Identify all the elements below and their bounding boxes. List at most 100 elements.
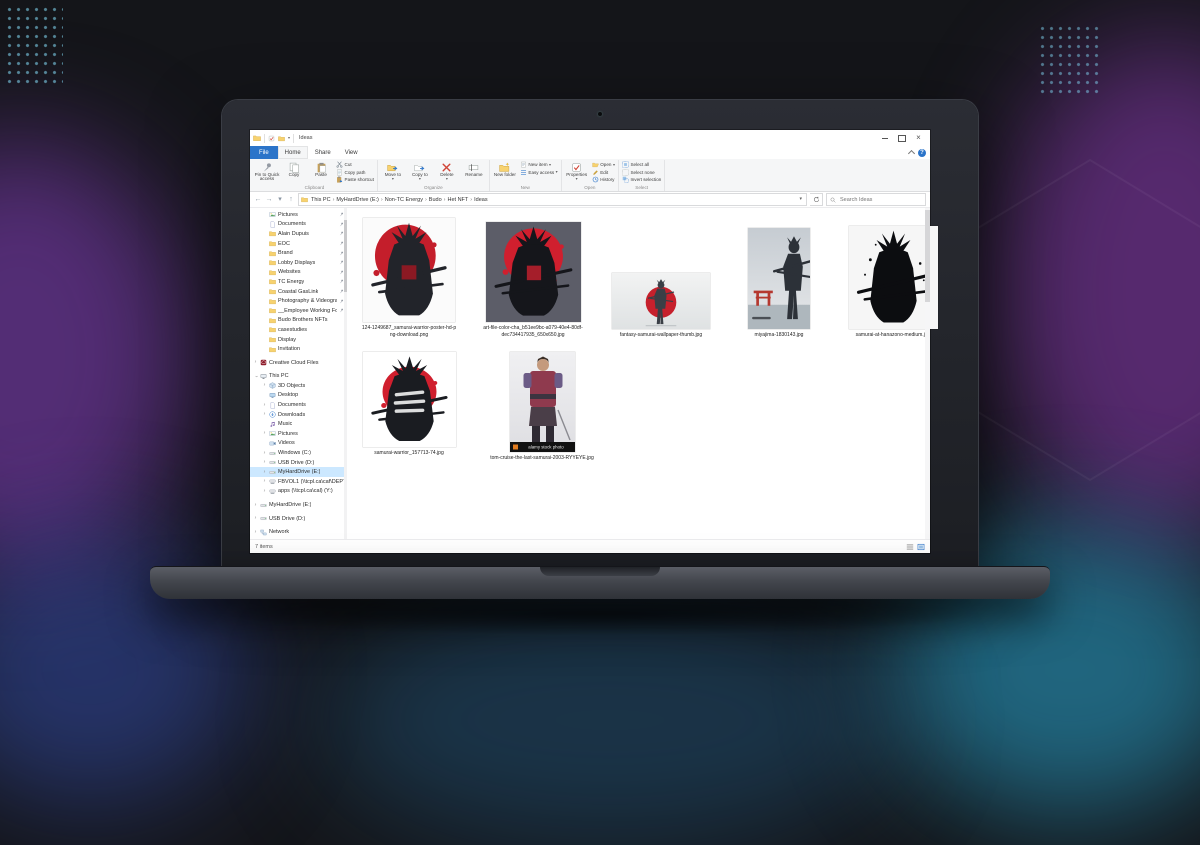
close-button[interactable]: × (910, 130, 927, 146)
sidebar-item[interactable]: Videos (250, 439, 347, 449)
expand-caret-icon[interactable]: › (262, 489, 267, 494)
expand-caret-icon[interactable]: › (253, 516, 258, 521)
expand-caret-icon[interactable]: › (262, 431, 267, 436)
sidebar-item[interactable]: EOC (250, 239, 347, 249)
ribbon-button[interactable]: Invert selection (621, 176, 662, 184)
help-icon[interactable]: ? (918, 149, 926, 157)
qat-customize-caret-icon[interactable]: ▾ (288, 136, 290, 140)
ribbon-button[interactable]: New item▾ (519, 161, 559, 169)
sidebar-item[interactable]: __Employee Working Folders (250, 306, 347, 316)
sidebar-item[interactable]: ›Documents (250, 400, 347, 410)
ribbon-button[interactable]: Open▾ (591, 161, 616, 169)
ribbon-button[interactable]: New folder (492, 160, 518, 185)
sidebar-item[interactable]: ›Pictures (250, 429, 347, 439)
breadcrumb-segment[interactable]: Non-TC Energy (383, 197, 425, 203)
ribbon-button[interactable]: Pin to Quick access (254, 160, 280, 185)
sidebar-item[interactable]: TC Energy (250, 277, 347, 287)
expand-caret-icon[interactable]: › (262, 383, 267, 388)
sidebar-item[interactable]: Desktop (250, 391, 347, 401)
thumbnail-view-button[interactable] (917, 543, 925, 551)
ribbon-button[interactable]: Paste (308, 160, 334, 185)
sidebar-item[interactable]: ›Creative Cloud Files (250, 358, 347, 368)
sidebar-item[interactable]: ›USB Drive (D:) (250, 458, 347, 468)
expand-caret-icon[interactable]: › (253, 374, 258, 379)
sidebar-item[interactable]: Coastal GasLink (250, 287, 347, 297)
window-scrollbar[interactable] (925, 208, 930, 539)
sidebar-item[interactable]: Brand (250, 248, 347, 258)
ribbon-button[interactable]: History (591, 176, 616, 184)
folder-shortcut-icon[interactable] (278, 135, 285, 142)
ribbon-button[interactable]: Select all (621, 161, 662, 169)
sidebar-item[interactable]: Lobby Displays (250, 258, 347, 268)
maximize-button[interactable] (893, 130, 910, 146)
file-tile[interactable]: samurai-warrior_157713-74.jpg (361, 352, 457, 457)
address-dropdown-icon[interactable]: ▾ (799, 197, 804, 202)
up-button[interactable]: ↑ (287, 196, 295, 203)
ribbon-button[interactable]: Rename (461, 160, 487, 185)
sidebar-item[interactable]: Invitation (250, 344, 347, 354)
expand-caret-icon[interactable]: › (262, 412, 267, 417)
breadcrumb[interactable]: This PC› MyHardDrive (E:)› Non-TC Energy… (298, 193, 807, 206)
search-box[interactable] (826, 193, 926, 206)
sidebar-item[interactable]: Budo Brothers NFTs (250, 316, 347, 326)
expand-caret-icon[interactable]: › (262, 451, 267, 456)
ribbon-button[interactable]: Move to▾ (380, 160, 406, 185)
ribbon-button[interactable]: Copy path (335, 169, 375, 177)
expand-caret-icon[interactable]: › (262, 470, 267, 475)
file-tile[interactable]: fantasy-samurai-wallpaper-thumb.jpg (609, 273, 713, 339)
properties-shortcut-icon[interactable] (268, 135, 275, 142)
ribbon-button[interactable]: Select none (621, 169, 662, 177)
ribbon-tab-view[interactable]: View (338, 146, 365, 159)
ribbon-button[interactable]: Cut (335, 161, 375, 169)
file-tile[interactable]: art-file-color-cha_b51ee9bc-a079-40e4-80… (483, 222, 583, 338)
breadcrumb-segment[interactable]: This PC (309, 197, 333, 203)
back-button[interactable]: ← (254, 196, 262, 203)
forward-button[interactable]: → (265, 196, 273, 203)
sidebar-item[interactable]: casestudies (250, 325, 347, 335)
ribbon-button[interactable]: Copy (281, 160, 307, 185)
breadcrumb-segment[interactable]: Ideas (472, 197, 489, 203)
file-menu-tab[interactable]: File (250, 146, 278, 159)
window-scrollbar-thumb[interactable] (925, 210, 930, 302)
recent-locations-icon[interactable]: ▾ (276, 196, 284, 203)
refresh-button[interactable] (810, 193, 823, 206)
sidebar-item[interactable]: Documents (250, 220, 347, 230)
sidebar-item[interactable]: Pictures (250, 210, 347, 220)
expand-caret-icon[interactable]: › (262, 403, 267, 408)
ribbon-button[interactable]: Easy access▾ (519, 169, 559, 177)
file-tile[interactable]: alamy stock photo tom-cruise-the-last-sa… (483, 352, 601, 462)
breadcrumb-segment[interactable]: MyHardDrive (E:) (334, 197, 380, 203)
file-tile[interactable]: 124-1249687_samurai-warrior-poster-hd-pn… (361, 218, 457, 338)
sidebar-item[interactable]: ›MyHardDrive (E:) (250, 500, 347, 510)
expand-caret-icon[interactable]: › (253, 503, 258, 508)
minimize-button[interactable] (876, 130, 893, 146)
sidebar-item[interactable]: ›This PC (250, 372, 347, 382)
ribbon-button[interactable]: Edit (591, 169, 616, 177)
expand-caret-icon[interactable]: › (253, 530, 258, 535)
sidebar-item[interactable]: Music (250, 419, 347, 429)
ribbon-button[interactable]: Paste shortcut (335, 176, 375, 184)
breadcrumb-segment[interactable]: Budo (427, 197, 444, 203)
sidebar-item[interactable]: Photography & Videography (250, 296, 347, 306)
sidebar-item[interactable]: ›apps (\\tcpl.ca\cal) (Y:) (250, 487, 347, 497)
ribbon-button[interactable]: Properties▾ (564, 160, 590, 185)
sidebar-item[interactable]: ›MyHardDrive (E:) (250, 467, 347, 477)
sidebar-item[interactable]: Display (250, 335, 347, 345)
ribbon-button[interactable]: Delete▾ (434, 160, 460, 185)
collapse-ribbon-icon[interactable] (908, 150, 915, 157)
ribbon-button[interactable]: Copy to▾ (407, 160, 433, 185)
sidebar-item[interactable]: ›USB Drive (D:) (250, 514, 347, 524)
search-input[interactable] (838, 196, 922, 204)
sidebar-item[interactable]: Websites (250, 268, 347, 278)
ribbon-tab-home[interactable]: Home (278, 146, 308, 159)
sidebar-item[interactable]: Alain Dupuis (250, 229, 347, 239)
expand-caret-icon[interactable]: › (262, 479, 267, 484)
breadcrumb-segment[interactable]: Het NFT (446, 197, 471, 203)
ribbon-tab-share[interactable]: Share (308, 146, 338, 159)
file-tile[interactable]: miyajima-1830143.jpg (739, 228, 819, 339)
expand-caret-icon[interactable]: › (253, 360, 258, 365)
details-view-button[interactable] (906, 543, 914, 551)
expand-caret-icon[interactable]: › (262, 460, 267, 465)
sidebar-item[interactable]: ›Windows (C:) (250, 448, 347, 458)
sidebar-item[interactable]: ›3D Objects (250, 381, 347, 391)
